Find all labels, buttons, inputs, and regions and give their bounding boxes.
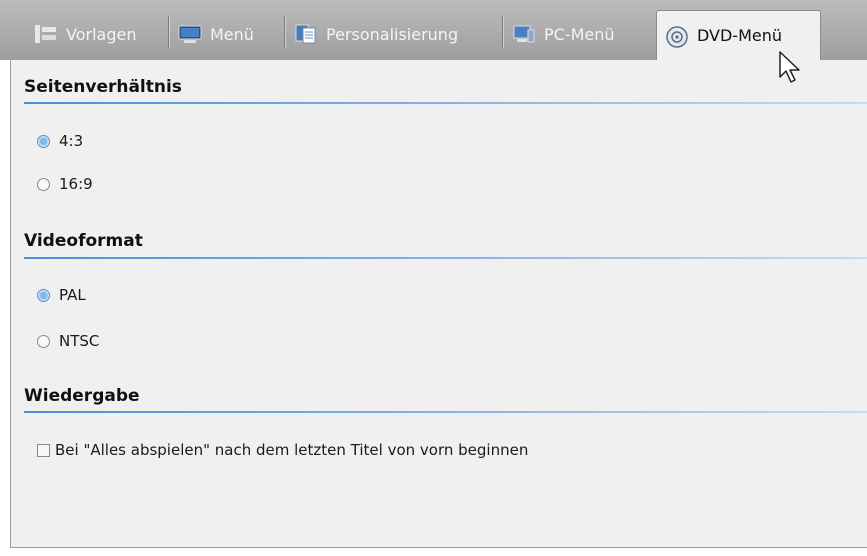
checkbox-label: Bei "Alles abspielen" nach dem letzten T…	[55, 441, 529, 459]
radio-label: PAL	[59, 286, 86, 304]
tab-bar: Vorlagen Menü Personalisierung PC-Menü D…	[0, 0, 867, 60]
radio-label: 16:9	[59, 175, 93, 193]
dvd-icon	[665, 25, 689, 48]
tab-label: Vorlagen	[66, 24, 137, 44]
radio-button[interactable]	[37, 288, 50, 302]
tab-personalisierung[interactable]: Personalisierung	[294, 16, 458, 52]
templates-icon	[34, 24, 58, 44]
section-title-aspect: Seitenverhältnis	[24, 77, 182, 97]
mouse-cursor-icon	[779, 51, 800, 83]
pc-monitor-icon	[512, 24, 536, 44]
checkbox[interactable]	[37, 443, 50, 457]
radio-label: NTSC	[59, 332, 100, 350]
radio-label: 4:3	[59, 132, 84, 150]
section-divider	[24, 102, 867, 104]
radio-button[interactable]	[37, 334, 50, 348]
radio-aspect-16-9[interactable]: 16:9	[37, 175, 93, 193]
radio-button[interactable]	[37, 177, 50, 191]
section-title-playback: Wiedergabe	[24, 386, 140, 406]
tab-label: PC-Menü	[544, 24, 615, 44]
documents-icon	[294, 24, 318, 44]
monitor-icon	[178, 24, 202, 44]
tab-label: DVD-Menü	[697, 26, 783, 45]
dvd-menu-panel: Seitenverhältnis 4:3 16:9 Videoformat PA…	[10, 60, 867, 548]
tab-vorlagen[interactable]: Vorlagen	[34, 16, 136, 52]
tab-divider	[502, 16, 503, 48]
tab-label: Personalisierung	[326, 24, 459, 44]
section-title-video: Videoformat	[24, 231, 143, 251]
tab-divider	[284, 16, 285, 48]
tab-divider	[168, 16, 169, 48]
radio-video-pal[interactable]: PAL	[37, 286, 86, 304]
tab-label: Menü	[210, 24, 254, 44]
radio-video-ntsc[interactable]: NTSC	[37, 332, 99, 350]
tab-menu[interactable]: Menü	[178, 16, 254, 52]
tab-pc-menu[interactable]: PC-Menü	[512, 16, 615, 52]
section-divider	[24, 257, 867, 259]
checkbox-loop-playback[interactable]: Bei "Alles abspielen" nach dem letzten T…	[37, 441, 528, 459]
radio-aspect-4-3[interactable]: 4:3	[37, 132, 83, 150]
radio-button[interactable]	[37, 134, 50, 148]
section-divider	[24, 411, 867, 413]
